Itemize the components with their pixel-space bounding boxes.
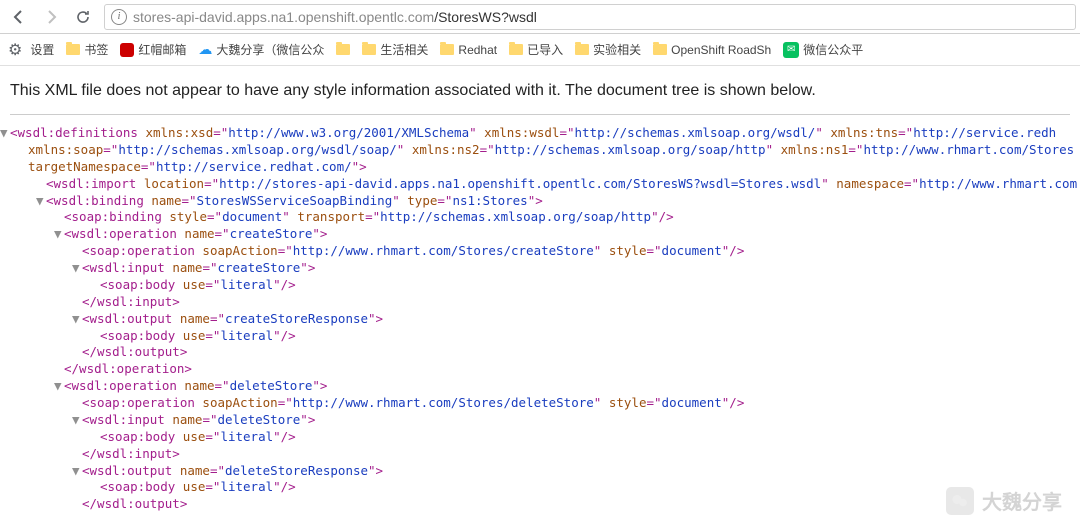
watermark-text: 大魏分享 bbox=[982, 486, 1062, 515]
collapser-icon[interactable]: ▼ bbox=[72, 463, 82, 480]
xml-notice: This XML file does not appear to have an… bbox=[10, 76, 1070, 115]
back-button[interactable] bbox=[4, 3, 34, 31]
folder-icon bbox=[575, 44, 589, 55]
bookmark-settings[interactable]: 设置 bbox=[26, 39, 58, 60]
xml-tree: ▼<wsdl:definitions xmlns:xsd="http://www… bbox=[10, 125, 1070, 513]
folder-icon bbox=[509, 44, 523, 55]
collapser-icon[interactable]: ▼ bbox=[36, 193, 46, 210]
bookmark-folder-empty[interactable] bbox=[332, 42, 354, 57]
forward-button[interactable] bbox=[36, 3, 66, 31]
url-bar[interactable]: i stores-api-david.apps.na1.openshift.op… bbox=[104, 4, 1076, 30]
folder-icon bbox=[440, 44, 454, 55]
page-content: This XML file does not appear to have an… bbox=[0, 66, 1080, 523]
settings-icon[interactable]: ⚙ bbox=[8, 40, 22, 60]
bookmark-dawei-share[interactable]: ☁大魏分享（微信公众 bbox=[194, 39, 328, 60]
bookmark-imported[interactable]: 已导入 bbox=[505, 39, 567, 60]
collapser-icon[interactable]: ▼ bbox=[72, 412, 82, 429]
folder-icon bbox=[336, 44, 350, 55]
folder-icon bbox=[653, 44, 667, 55]
wechat-icon: ✉ bbox=[783, 42, 799, 58]
collapser-icon[interactable]: ▼ bbox=[54, 226, 64, 243]
bookmark-wechat[interactable]: ✉微信公众平 bbox=[779, 39, 867, 60]
cloud-icon: ☁ bbox=[198, 41, 212, 58]
watermark: 大魏分享 bbox=[946, 486, 1062, 515]
bookmark-redhat-mail[interactable]: 红帽邮箱 bbox=[116, 39, 190, 60]
url-text: stores-api-david.apps.na1.openshift.open… bbox=[133, 9, 537, 25]
wechat-watermark-icon bbox=[946, 487, 974, 515]
bookmark-bookmarks[interactable]: 书签 bbox=[62, 39, 112, 60]
bookmark-experiments[interactable]: 实验相关 bbox=[571, 39, 645, 60]
collapser-icon[interactable]: ▼ bbox=[54, 378, 64, 395]
browser-navbar: i stores-api-david.apps.na1.openshift.op… bbox=[0, 0, 1080, 34]
site-info-icon[interactable]: i bbox=[111, 9, 127, 25]
folder-icon bbox=[66, 44, 80, 55]
collapser-icon[interactable]: ▼ bbox=[72, 311, 82, 328]
reload-button[interactable] bbox=[68, 3, 98, 31]
redhat-icon bbox=[120, 43, 134, 57]
bookmark-life[interactable]: 生活相关 bbox=[358, 39, 432, 60]
bookmark-redhat[interactable]: Redhat bbox=[436, 41, 501, 59]
bookmarks-bar: ⚙ 设置 书签 红帽邮箱 ☁大魏分享（微信公众 生活相关 Redhat 已导入 … bbox=[0, 34, 1080, 66]
folder-icon bbox=[362, 44, 376, 55]
bookmark-openshift[interactable]: OpenShift RoadSh bbox=[649, 41, 775, 59]
collapser-icon[interactable]: ▼ bbox=[0, 125, 10, 142]
collapser-icon[interactable]: ▼ bbox=[72, 260, 82, 277]
